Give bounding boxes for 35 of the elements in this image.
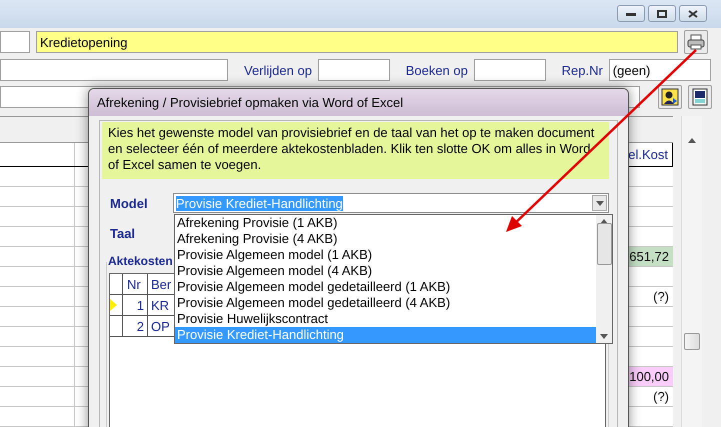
document-icon[interactable] — [688, 85, 712, 109]
table-cell: 2 — [123, 316, 148, 336]
maximize-icon — [657, 10, 667, 18]
minimize-button[interactable] — [617, 5, 645, 22]
scroll-up-icon[interactable] — [688, 138, 696, 143]
scrollbar[interactable] — [681, 116, 702, 427]
field-label: Verlijden op — [244, 62, 312, 78]
column-header: Nr — [123, 274, 148, 294]
column-header: Ber — [150, 276, 172, 294]
scroll-thumb[interactable] — [684, 333, 700, 350]
list-scrollbar[interactable] — [596, 215, 612, 343]
table-cell-text: KR — [150, 296, 170, 314]
input-field[interactable]: (geen) — [608, 59, 712, 81]
table-cell-text: OP — [150, 318, 170, 336]
scroll-down-icon[interactable] — [596, 200, 604, 206]
minimize-icon — [626, 12, 636, 16]
model-label: Model — [109, 196, 149, 210]
document-type-field[interactable]: Kredietopening — [36, 31, 678, 53]
user-card-icon[interactable] — [658, 85, 682, 109]
maximize-button[interactable] — [648, 5, 676, 22]
scroll-down-icon[interactable] — [600, 334, 608, 339]
close-icon — [688, 10, 698, 18]
language-label: Taal — [109, 226, 136, 240]
input-field[interactable] — [0, 59, 228, 81]
printer-button[interactable] — [684, 30, 708, 54]
group-title: Aktekosten — [107, 254, 174, 268]
field-label: Rep.Nr — [562, 62, 603, 78]
info-text: Kies het gewenste model van provisiebrief en de taal van het op te maken document en selecteer één of meerdere aktekostenbladen. Klik ten slotte OK om alles in Word of Excel samen te voegen. — [102, 122, 609, 179]
close-button[interactable] — [679, 5, 707, 22]
input-field[interactable] — [318, 59, 390, 81]
table-cell: 1 — [123, 295, 148, 315]
field-label: Boeken op — [406, 62, 468, 78]
input-field[interactable] — [0, 31, 30, 53]
dialog-title: Afrekening / Provisiebrief opmaken via Word of Excel — [97, 95, 404, 110]
input-field[interactable] — [474, 59, 546, 81]
